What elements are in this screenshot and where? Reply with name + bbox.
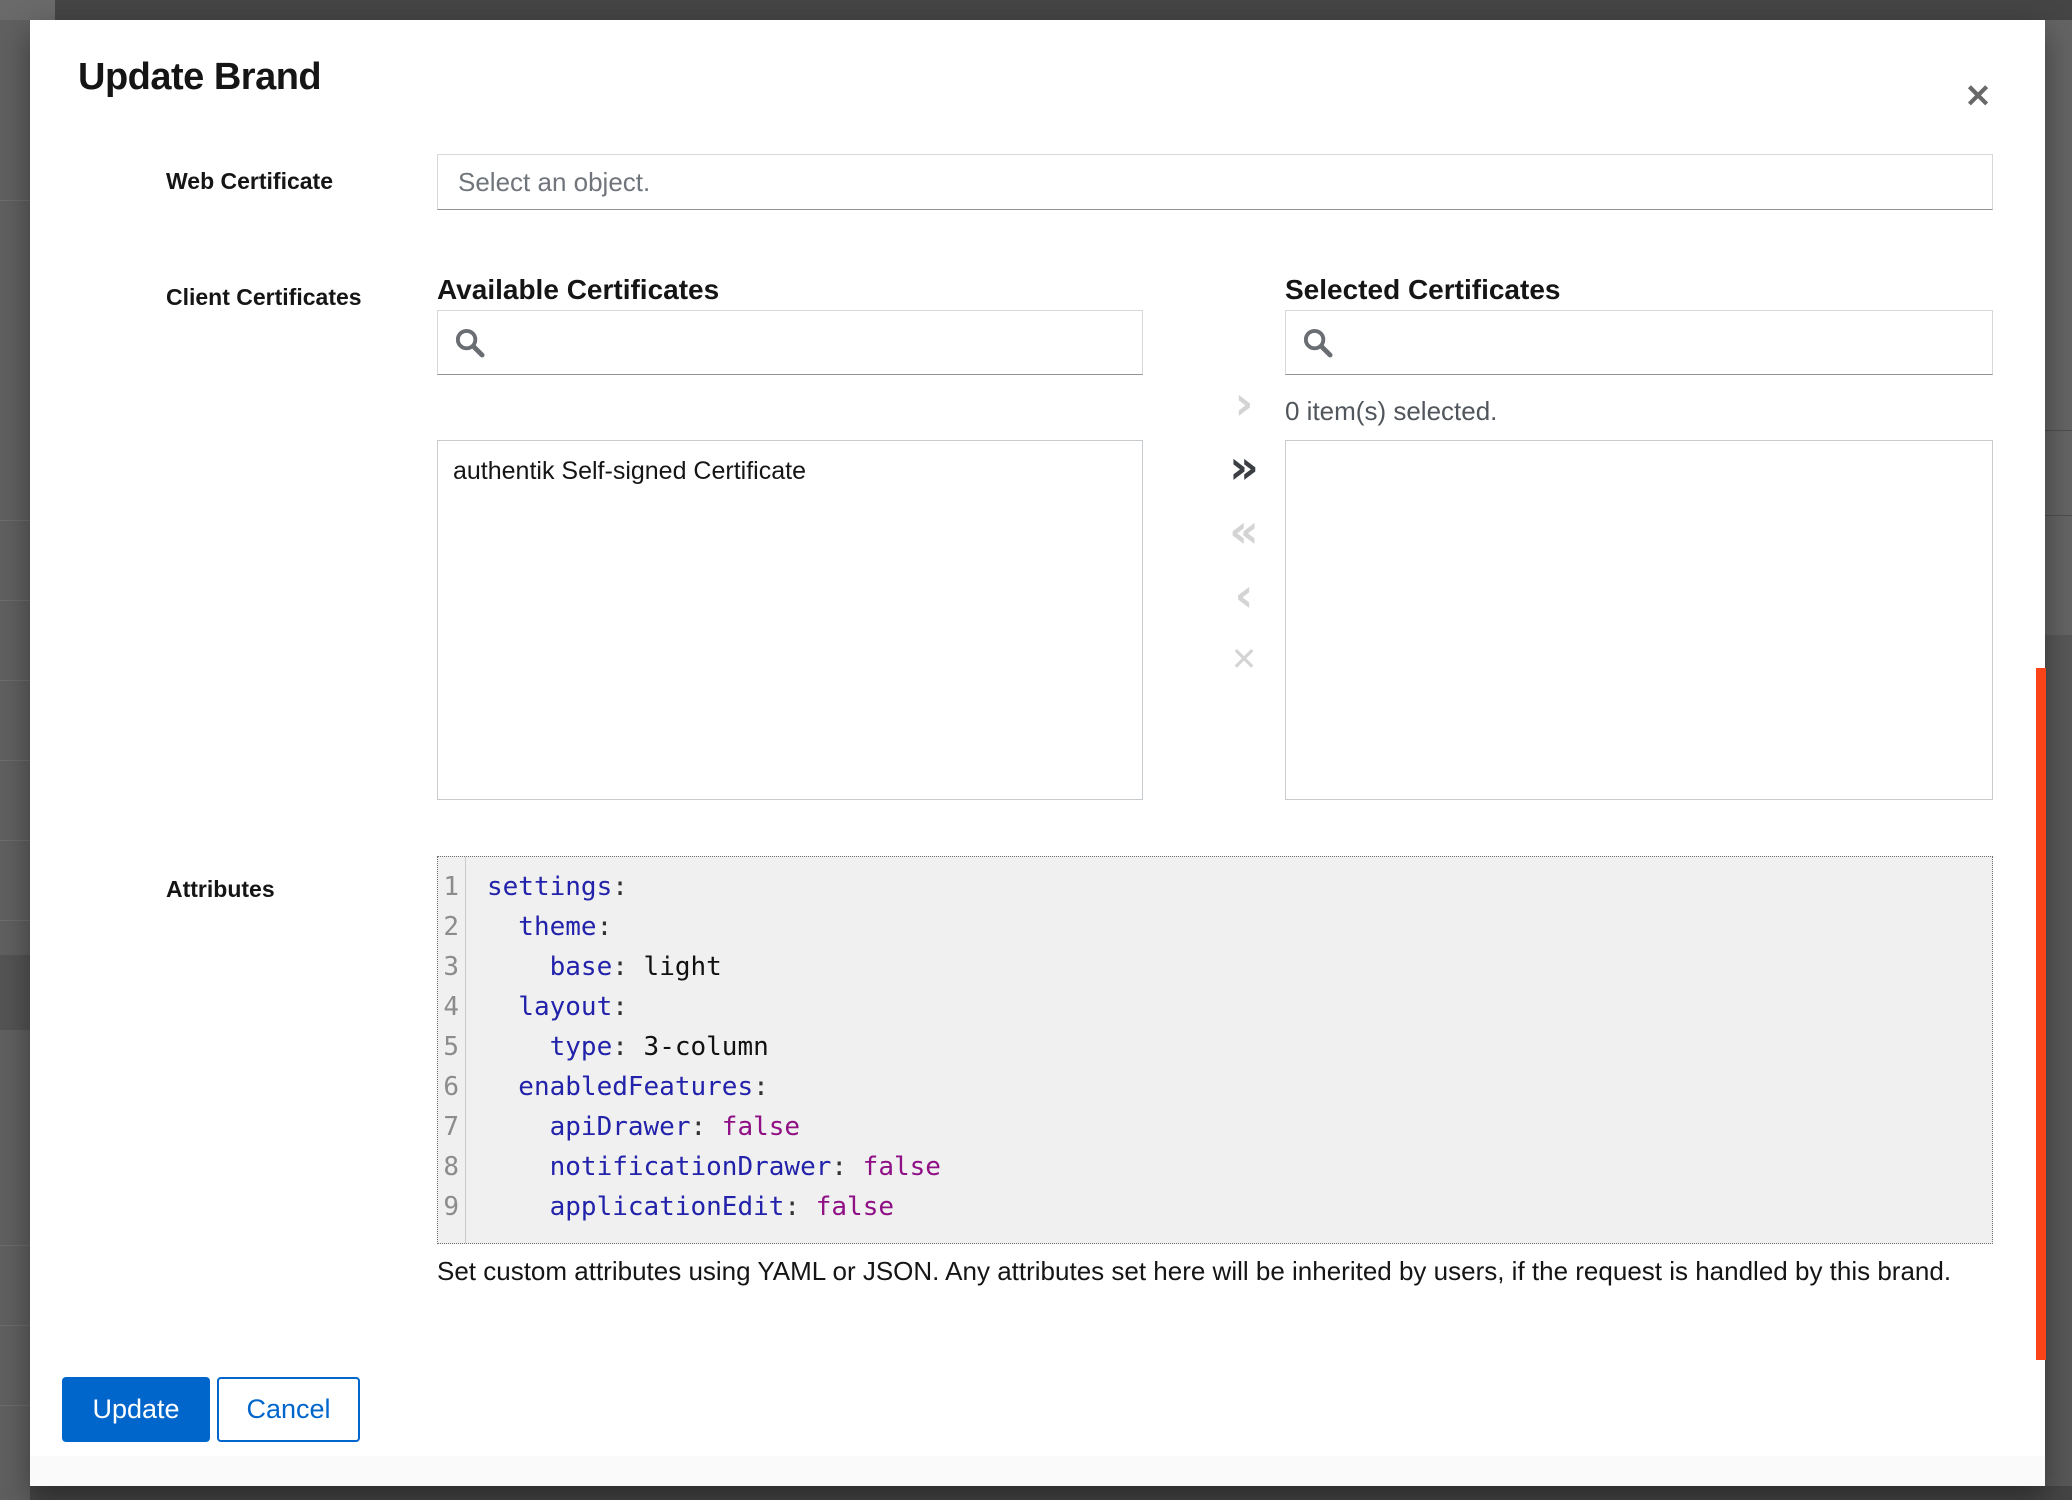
code-line: base: light	[487, 947, 1992, 987]
backdrop-top-bar	[55, 0, 2072, 20]
backdrop-right-divider	[2045, 515, 2072, 516]
attributes-code-editor[interactable]: 123456789 settings: theme: base: light l…	[437, 856, 1993, 1244]
code-line-numbers: 123456789	[438, 857, 466, 1243]
update-brand-modal: Update Brand ✕ Web Certificate Client Ce…	[30, 20, 2045, 1486]
backdrop-bottom-bar	[30, 1486, 2072, 1500]
code-line: applicationEdit: false	[487, 1187, 1992, 1227]
available-search-input[interactable]	[437, 310, 1143, 375]
backdrop-right-lower	[2045, 635, 2072, 1486]
move-all-right-button[interactable]: »	[1189, 442, 1299, 492]
selected-certificates-list	[1285, 440, 1993, 800]
available-certificates-title: Available Certificates	[437, 274, 719, 306]
move-selected-right-button: ›	[1189, 378, 1299, 428]
code-line: notificationDrawer: false	[487, 1147, 1992, 1187]
backdrop-right-upper	[2045, 20, 2072, 635]
available-certificates-list: authentik Self-signed Certificate	[437, 440, 1143, 800]
code-line: layout:	[487, 987, 1992, 1027]
certificate-list-item[interactable]: authentik Self-signed Certificate	[438, 441, 1142, 486]
screen: Update Brand ✕ Web Certificate Client Ce…	[0, 0, 2072, 1500]
backdrop-bottom-left	[0, 1486, 30, 1500]
code-line: apiDrawer: false	[487, 1107, 1992, 1147]
move-all-left-button: «	[1189, 506, 1299, 556]
backdrop-right-divider	[2045, 430, 2072, 431]
selected-search-input[interactable]	[1285, 310, 1993, 375]
move-selected-left-button: ‹	[1189, 570, 1299, 620]
modal-title: Update Brand	[78, 56, 321, 99]
cancel-button[interactable]: Cancel	[217, 1377, 360, 1442]
clear-selected-button: ✕	[1189, 634, 1299, 684]
code-line: settings:	[487, 867, 1992, 907]
close-icon[interactable]: ✕	[1954, 72, 2002, 120]
web-certificate-select[interactable]	[437, 154, 1993, 210]
code-line: theme:	[487, 907, 1992, 947]
available-search	[437, 310, 1143, 375]
update-button[interactable]: Update	[62, 1377, 210, 1442]
attributes-label: Attributes	[166, 876, 275, 903]
transfer-controls: › » « ‹ ✕	[1189, 378, 1299, 698]
code-content: settings: theme: base: light layout: typ…	[467, 857, 1992, 1243]
backdrop-sidebar	[0, 20, 30, 1486]
backdrop-top-left	[0, 0, 55, 20]
code-line: type: 3-column	[487, 1027, 1992, 1067]
selected-status: 0 item(s) selected.	[1285, 396, 1497, 427]
backdrop-accent-bar	[2036, 668, 2046, 1360]
modal-footer-strip	[30, 1456, 2045, 1486]
selected-search	[1285, 310, 1993, 375]
selected-certificates-title: Selected Certificates	[1285, 274, 1560, 306]
attributes-help-text: Set custom attributes using YAML or JSON…	[437, 1256, 1977, 1287]
web-certificate-label: Web Certificate	[166, 168, 333, 195]
code-line: enabledFeatures:	[487, 1067, 1992, 1107]
client-certificates-label: Client Certificates	[166, 284, 362, 311]
